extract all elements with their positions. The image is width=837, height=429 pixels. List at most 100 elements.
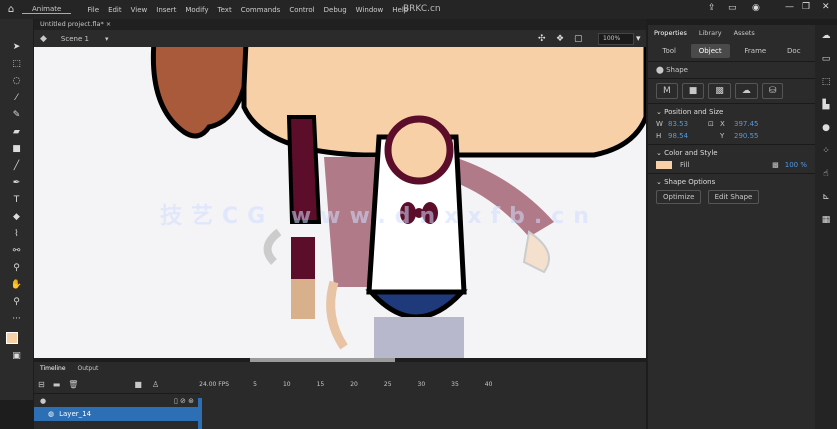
subtab-tool[interactable]: Tool [656, 44, 682, 58]
settings-icon[interactable]: ◉ [752, 3, 760, 13]
bone-tool-icon[interactable]: ⚯ [0, 243, 33, 260]
line-tool-icon[interactable]: ╱ [0, 158, 33, 175]
menu-control[interactable]: Control [289, 6, 314, 14]
touch-icon[interactable]: ☝ [815, 163, 837, 186]
tab-properties[interactable]: Properties [654, 29, 687, 37]
transform-icon[interactable]: ⬚ [815, 71, 837, 94]
frame-number: 40 [484, 380, 493, 388]
x-label: X [720, 120, 725, 128]
app-name: Animate [22, 5, 72, 14]
menu-file[interactable]: File [87, 6, 99, 14]
playhead[interactable] [198, 398, 202, 429]
clip-icon[interactable]: ▢ [574, 34, 583, 44]
layer-folder-icon: ● [40, 396, 47, 405]
frame-number: 10 [282, 380, 291, 388]
pencil-tool-icon[interactable]: ✎ [0, 107, 33, 124]
camera-icon[interactable]: ■ [134, 380, 142, 389]
edit-shape-button[interactable]: Edit Shape [707, 190, 760, 204]
menu-view[interactable]: View [131, 6, 148, 14]
menu-modify[interactable]: Modify [185, 6, 208, 14]
zoom-dropdown-icon[interactable]: ▾ [636, 34, 641, 44]
chevron-down-icon[interactable]: ⌄ [656, 178, 664, 186]
info-icon[interactable]: ● [815, 117, 837, 140]
x-field[interactable]: 397.45 [734, 120, 784, 128]
fill-color-swatch[interactable] [656, 161, 672, 169]
eraser-tool-icon[interactable]: ▰ [0, 124, 33, 141]
align-icon[interactable]: ▙ [815, 94, 837, 117]
width-field[interactable]: 83.53 [668, 120, 708, 128]
rectangle-tool-icon[interactable]: ■ [0, 141, 33, 158]
transform-tool-icon[interactable]: ⬚ [0, 56, 33, 73]
zoom-input[interactable]: 100% [598, 33, 634, 45]
w-label: W [656, 120, 663, 128]
menu-debug[interactable]: Debug [324, 6, 347, 14]
lock-icon[interactable]: ⊡ [708, 120, 720, 128]
chart-icon[interactable]: ⊾ [815, 186, 837, 209]
chevron-down-icon[interactable]: ⌄ [656, 149, 664, 157]
subtab-object[interactable]: Object [690, 44, 730, 58]
parenting-icon[interactable]: ♙ [152, 380, 159, 389]
tab-library[interactable]: Library [699, 29, 722, 37]
logo: BRKC.cn [403, 4, 441, 14]
frame-number: 35 [451, 380, 459, 388]
library-icon[interactable]: ⛁ [761, 83, 784, 99]
close-icon[interactable]: ✕ [822, 2, 830, 12]
new-layer-icon[interactable]: ⊟ [38, 380, 45, 389]
primitive-icon[interactable]: ▩ [708, 83, 731, 99]
tab-timeline[interactable]: Timeline [40, 365, 66, 372]
text-tool-icon[interactable]: T [0, 192, 33, 209]
cloud-icon[interactable]: ☁ [734, 83, 758, 99]
frame-icon[interactable]: ▭ [815, 48, 837, 71]
minimize-icon[interactable]: — [785, 2, 794, 12]
chevron-down-icon[interactable]: ⌄ [656, 108, 664, 116]
cc-libraries-icon[interactable]: ☁ [815, 25, 837, 48]
object-icon[interactable]: ■ [681, 83, 705, 99]
home-icon[interactable]: ⌂ [0, 4, 22, 15]
maximize-icon[interactable]: ❐ [802, 2, 810, 12]
more-tools-icon[interactable]: ··· [0, 311, 33, 328]
hand-tool-icon[interactable]: ✋ [0, 277, 33, 294]
chevron-down-icon[interactable]: ▾ [105, 35, 109, 43]
delete-layer-icon[interactable]: 🗑 [68, 380, 78, 389]
y-field[interactable]: 290.55 [734, 132, 784, 140]
menu-insert[interactable]: Insert [156, 6, 176, 14]
object-drawing-icon[interactable]: ▣ [0, 348, 33, 365]
publish-icon[interactable]: ⇪ [708, 3, 716, 13]
pen-tool-icon[interactable]: ✒ [0, 175, 33, 192]
merge-icon[interactable]: M [656, 83, 678, 99]
menu-edit[interactable]: Edit [108, 6, 122, 14]
menu-window[interactable]: Window [356, 6, 384, 14]
menu-text[interactable]: Text [218, 6, 232, 14]
fill-color-swatch[interactable] [6, 332, 18, 344]
highlight-icon[interactable]: ▯ ⊘ ⊛ [174, 397, 194, 405]
layer-name[interactable]: Layer_14 [59, 410, 91, 418]
paint-bucket-icon[interactable]: ◆ [0, 209, 33, 226]
edit-symbols-icon[interactable]: ❖ [556, 34, 564, 44]
fps-display[interactable]: 24.00 FPS [199, 381, 229, 388]
subtab-frame[interactable]: Frame [738, 44, 772, 58]
frame-number: 5 [253, 380, 257, 388]
zoom-tool-icon[interactable]: ⚲ [0, 294, 33, 311]
tab-assets[interactable]: Assets [734, 29, 755, 37]
selection-tool-icon[interactable]: ➤ [0, 39, 33, 56]
document-tab[interactable]: Untitled project.fla* × [34, 19, 646, 30]
brush-tool-icon[interactable]: ⁄ [0, 90, 33, 107]
eyedropper-icon[interactable]: ⌇ [0, 226, 33, 243]
tab-output[interactable]: Output [78, 365, 99, 372]
frame-number: 30 [417, 380, 426, 388]
new-folder-icon[interactable]: ▬ [53, 380, 61, 389]
height-field[interactable]: 98.54 [668, 132, 708, 140]
lasso-tool-icon[interactable]: ◌ [0, 73, 33, 90]
center-stage-icon[interactable]: ✣ [538, 34, 546, 44]
layer-row[interactable]: ◍ Layer_14 [34, 407, 200, 421]
alpha-field[interactable]: 100 % [785, 161, 807, 169]
screen-icon[interactable]: ▭ [728, 3, 737, 13]
motion-icon[interactable]: ⁘ [815, 140, 837, 163]
pin-tool-icon[interactable]: ⚲ [0, 260, 33, 277]
optimize-button[interactable]: Optimize [656, 190, 702, 204]
scene-selector[interactable]: Scene 1 [61, 35, 89, 43]
grid-icon[interactable]: ▦ [815, 209, 837, 232]
subtab-doc[interactable]: Doc [781, 44, 807, 58]
menu-commands[interactable]: Commands [241, 6, 281, 14]
scene-icon: ◆ [40, 33, 47, 44]
